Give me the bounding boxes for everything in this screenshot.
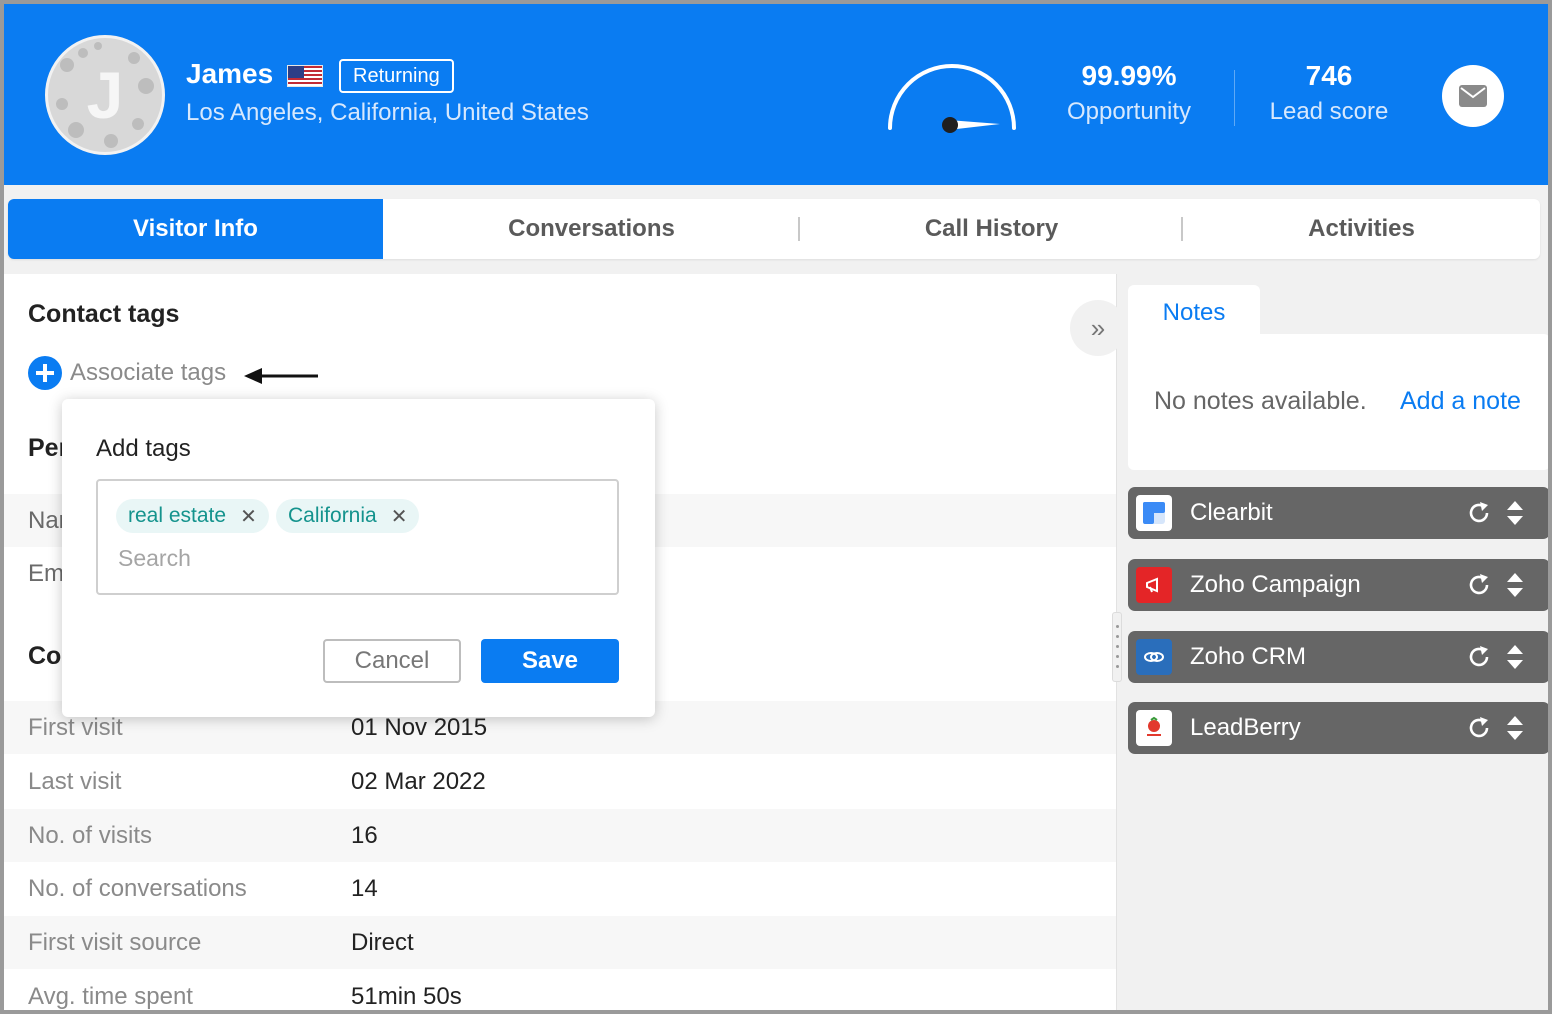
table-row: No. of visits 16: [4, 809, 1116, 862]
zoho-crm-logo-icon: [1136, 639, 1172, 675]
table-row: Last visit 02 Mar 2022: [4, 755, 1116, 808]
notes-empty-text: No notes available.: [1154, 387, 1367, 415]
refresh-icon[interactable]: [1466, 500, 1492, 526]
lead-score-label: Lead score: [1269, 98, 1389, 125]
row-key: Last visit: [28, 767, 122, 795]
row-key: Avg. time spent: [28, 982, 193, 1010]
row-key: No. of conversations: [28, 874, 247, 902]
tab-label: Visitor Info: [133, 215, 258, 242]
row-value: 02 Mar 2022: [351, 767, 486, 795]
notes-tab-label: Notes: [1162, 299, 1226, 326]
send-email-button[interactable]: [1442, 65, 1504, 127]
row-value: 51min 50s: [351, 982, 462, 1010]
table-row: First visit source Direct: [4, 916, 1116, 969]
arrow-left-icon: [244, 368, 318, 384]
row-value: 14: [351, 874, 378, 902]
tag-chip-label: California: [288, 504, 377, 527]
table-row: No. of conversations 14: [4, 862, 1116, 915]
popup-title: Add tags: [96, 435, 191, 462]
mail-icon: [1459, 85, 1487, 107]
integration-name: LeadBerry: [1190, 714, 1301, 741]
visitor-tabs: Visitor Info Conversations Call History …: [8, 199, 1540, 259]
integration-zoho-crm[interactable]: Zoho CRM: [1128, 631, 1548, 683]
associate-tags-label: Associate tags: [70, 359, 227, 386]
tab-label: Activities: [1308, 215, 1415, 242]
us-flag-icon: [287, 65, 323, 87]
save-button[interactable]: Save: [481, 639, 619, 683]
sort-icon[interactable]: [1506, 572, 1524, 598]
status-badge: Returning: [339, 59, 454, 93]
row-value: Direct: [351, 928, 414, 956]
opportunity-stat: 99.99% Opportunity: [1054, 60, 1204, 126]
integration-name: Zoho CRM: [1190, 643, 1307, 670]
refresh-icon[interactable]: [1466, 715, 1492, 741]
visitor-details-window: J James Returning Los Angeles, Californi…: [0, 0, 1552, 1014]
remove-tag-icon[interactable]: ✕: [391, 504, 408, 529]
tag-chip: California ✕: [276, 499, 420, 533]
leadberry-logo-icon: [1136, 710, 1172, 746]
tab-label: Call History: [924, 215, 1059, 242]
visitor-header: J James Returning Los Angeles, Californi…: [4, 4, 1548, 185]
row-key: First visit: [28, 713, 123, 741]
zoho-campaign-logo-icon: [1136, 567, 1172, 603]
cancel-button[interactable]: Cancel: [323, 639, 461, 683]
integration-leadberry[interactable]: LeadBerry: [1128, 702, 1548, 754]
remove-tag-icon[interactable]: ✕: [240, 504, 257, 529]
stat-divider: [1234, 70, 1235, 126]
table-row: Avg. time spent 51min 50s: [4, 970, 1116, 1010]
integration-name: Zoho Campaign: [1190, 571, 1361, 598]
row-key: First visit source: [28, 928, 202, 956]
refresh-icon[interactable]: [1466, 644, 1492, 670]
tab-activities[interactable]: Activities: [1183, 199, 1540, 259]
tab-conversations[interactable]: Conversations: [383, 199, 800, 259]
row-key: Nar: [28, 506, 67, 534]
visitor-location: Los Angeles, California, United States: [186, 99, 589, 126]
sort-icon[interactable]: [1506, 500, 1524, 526]
avatar: J: [45, 35, 165, 155]
tab-visitor-info[interactable]: Visitor Info: [8, 199, 383, 259]
lead-score-stat: 746 Lead score: [1259, 60, 1399, 126]
visitor-name: James: [186, 58, 274, 89]
tab-call-history[interactable]: Call History: [800, 199, 1183, 259]
integration-name: Clearbit: [1190, 499, 1273, 526]
clearbit-logo-icon: [1136, 495, 1172, 531]
opportunity-label: Opportunity: [1066, 98, 1192, 125]
tag-chip-label: real estate: [128, 504, 227, 527]
refresh-icon[interactable]: [1466, 572, 1492, 598]
tab-label: Conversations: [508, 215, 675, 242]
row-value: 01 Nov 2015: [351, 713, 488, 741]
plus-icon: [28, 356, 62, 390]
sort-icon[interactable]: [1506, 715, 1524, 741]
double-chevron-right-icon: »: [1090, 312, 1106, 343]
row-key: No. of visits: [28, 821, 153, 849]
tag-chip: real estate ✕: [116, 499, 269, 533]
row-value: 16: [351, 821, 378, 849]
contact-info-title: Co: [28, 642, 62, 670]
gauge-icon: [888, 64, 1016, 133]
resize-handle[interactable]: [1112, 612, 1122, 682]
tag-input-box[interactable]: real estate ✕ California ✕ Search: [96, 479, 619, 595]
integration-clearbit[interactable]: Clearbit: [1128, 487, 1548, 539]
add-tags-popup: Add tags real estate ✕ California ✕ Sear…: [62, 399, 655, 717]
contact-tags-title: Contact tags: [28, 300, 180, 328]
integration-zoho-campaign[interactable]: Zoho Campaign: [1128, 559, 1548, 611]
tag-search-input[interactable]: Search: [118, 545, 191, 572]
tab-notes[interactable]: Notes: [1128, 285, 1260, 341]
opportunity-value: 99.99%: [1081, 60, 1177, 91]
collapse-sidebar-button[interactable]: »: [1070, 300, 1126, 356]
row-key: Em: [28, 559, 64, 587]
sort-icon[interactable]: [1506, 644, 1524, 670]
avatar-initial: J: [86, 58, 124, 132]
add-note-link[interactable]: Add a note: [1400, 387, 1521, 416]
lead-score-value: 746: [1305, 60, 1353, 91]
associate-tags-button[interactable]: Associate tags: [28, 356, 226, 390]
